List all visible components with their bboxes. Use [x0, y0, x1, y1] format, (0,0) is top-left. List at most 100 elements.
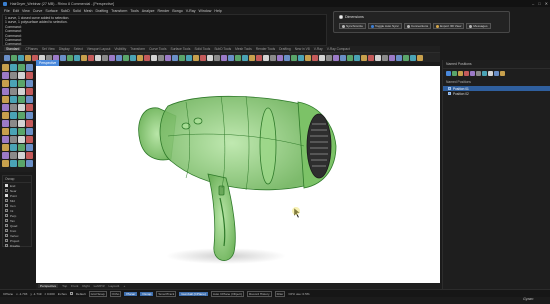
osnap-checkbox[interactable]	[5, 239, 8, 242]
osnap-checkbox[interactable]	[5, 194, 8, 197]
left-tool-icon[interactable]	[18, 96, 25, 103]
left-tool-icon[interactable]	[10, 64, 17, 71]
toolbar-tool-icon[interactable]	[165, 54, 171, 61]
left-tool-icon[interactable]	[26, 72, 33, 79]
status-toggle-auto-cplane-object-[interactable]: Auto CPlane (Object)	[210, 290, 245, 297]
toolbar-tool-icon[interactable]	[158, 54, 164, 61]
left-tool-icon[interactable]	[18, 144, 25, 151]
left-tool-icon[interactable]	[26, 80, 33, 87]
menu-solid[interactable]: Solid	[73, 9, 81, 13]
left-tool-icon[interactable]	[26, 128, 33, 135]
export-3d-view-button[interactable]: Export 3D View	[433, 23, 465, 29]
status-toggle-grid-snap[interactable]: Grid Snap	[88, 290, 107, 297]
tab-select[interactable]: Select	[74, 47, 83, 51]
toolbar-tool-icon[interactable]	[221, 54, 227, 61]
left-tool-icon[interactable]	[18, 120, 25, 127]
osnap-checkbox[interactable]	[5, 219, 8, 222]
menu-subd[interactable]: SubD	[61, 9, 70, 13]
left-tool-icon[interactable]	[10, 88, 17, 95]
toolbar-tool-icon[interactable]	[179, 54, 185, 61]
left-tool-icon[interactable]	[18, 104, 25, 111]
tab-render-tools[interactable]: Render Tools	[256, 47, 275, 51]
toolbar-tool-icon[interactable]	[235, 54, 241, 61]
toolbar-tool-icon[interactable]	[270, 54, 276, 61]
status-toggle-gumball-cplane-[interactable]: Gumball (CPlane)	[179, 291, 208, 296]
left-tool-icon[interactable]	[2, 64, 9, 71]
toolbar-tool-icon[interactable]	[277, 54, 283, 61]
position-checkbox[interactable]	[448, 87, 451, 90]
toolbar-tool-icon[interactable]	[417, 54, 423, 61]
tab-v-ray[interactable]: V-Ray	[314, 47, 323, 51]
menu-tools[interactable]: Tools	[130, 9, 138, 13]
left-tool-icon[interactable]	[18, 72, 25, 79]
toolbar-tool-icon[interactable]	[256, 54, 262, 61]
status-toggle-record-history[interactable]: Record History	[247, 290, 272, 297]
toolbar-tool-icon[interactable]	[81, 54, 87, 61]
status-cplane[interactable]: CPlane	[3, 292, 13, 296]
panel-tool-icon[interactable]	[494, 71, 499, 76]
menu-v-ray[interactable]: V-Ray	[186, 9, 196, 13]
minimize-button[interactable]: –	[532, 1, 534, 6]
viewport-tab-top[interactable]: Top	[62, 284, 67, 288]
menu-mesh[interactable]: Mesh	[84, 9, 93, 13]
panel-tool-icon[interactable]	[458, 71, 463, 76]
viewport-tab-front[interactable]: Front	[71, 284, 78, 288]
left-tool-icon[interactable]	[18, 80, 25, 87]
left-tool-icon[interactable]	[2, 80, 9, 87]
panel-tool-icon[interactable]	[500, 71, 505, 76]
toolbar-tool-icon[interactable]	[144, 54, 150, 61]
toggle-auto-sync-button[interactable]: Toggle Auto Sync	[368, 23, 402, 29]
left-tool-icon[interactable]	[18, 160, 25, 167]
menu-view[interactable]: View	[22, 9, 30, 13]
left-tool-icon[interactable]	[26, 64, 33, 71]
osnap-disable[interactable]: Disable	[3, 243, 31, 248]
toolbar-tool-icon[interactable]	[67, 54, 73, 61]
menu-analyze[interactable]: Analyze	[142, 9, 155, 13]
left-tool-icon[interactable]	[18, 136, 25, 143]
left-tool-icon[interactable]	[2, 112, 9, 119]
tab-curve-tools[interactable]: Curve Tools	[149, 47, 166, 51]
viewport-tab-+[interactable]: +	[124, 284, 126, 288]
tab-surface-tools[interactable]: Surface Tools	[171, 47, 191, 51]
left-tool-icon[interactable]	[2, 136, 9, 143]
left-tool-icon[interactable]	[2, 160, 9, 167]
toolbar-tool-icon[interactable]	[340, 54, 346, 61]
left-tool-icon[interactable]	[10, 96, 17, 103]
left-tool-icon[interactable]	[2, 120, 9, 127]
toolbar-tool-icon[interactable]	[109, 54, 115, 61]
menu-file[interactable]: File	[4, 9, 10, 13]
menu-surface[interactable]: Surface	[45, 9, 57, 13]
left-tool-icon[interactable]	[18, 88, 25, 95]
left-tool-icon[interactable]	[10, 152, 17, 159]
tab-cplanes[interactable]: CPlanes	[25, 47, 37, 51]
left-tool-icon[interactable]	[26, 136, 33, 143]
menu-help[interactable]: Help	[214, 9, 221, 13]
left-tool-icon[interactable]	[18, 64, 25, 71]
left-tool-icon[interactable]	[2, 96, 9, 103]
left-tool-icon[interactable]	[2, 144, 9, 151]
viewport-tab-right[interactable]: Right	[82, 284, 89, 288]
panel-tool-icon[interactable]	[482, 71, 487, 76]
toolbar-tool-icon[interactable]	[368, 54, 374, 61]
close-button[interactable]: ✕	[545, 1, 548, 6]
toolbar-tool-icon[interactable]	[291, 54, 297, 61]
left-tool-icon[interactable]	[26, 120, 33, 127]
toolbar-tool-icon[interactable]	[123, 54, 129, 61]
tab-standard[interactable]: Standard	[4, 47, 22, 51]
menu-edit[interactable]: Edit	[13, 9, 19, 13]
toolbar-tool-icon[interactable]	[172, 54, 178, 61]
osnap-checkbox[interactable]	[5, 234, 8, 237]
panel-tool-icon[interactable]	[470, 71, 475, 76]
toolbar-tool-icon[interactable]	[11, 54, 17, 61]
toolbar-tool-icon[interactable]	[25, 54, 31, 61]
menu-transform[interactable]: Transform	[111, 9, 127, 13]
menu-render[interactable]: Render	[158, 9, 170, 13]
left-tool-icon[interactable]	[26, 96, 33, 103]
toolbar-tool-icon[interactable]	[410, 54, 416, 61]
toolbar-tool-icon[interactable]	[249, 54, 255, 61]
tab-set-view[interactable]: Set View	[42, 47, 55, 51]
menu-drafting[interactable]: Drafting	[96, 9, 109, 13]
left-tool-icon[interactable]	[2, 104, 9, 111]
panel-radio-icon[interactable]	[339, 15, 343, 19]
messages-button[interactable]: Messages	[466, 23, 491, 29]
